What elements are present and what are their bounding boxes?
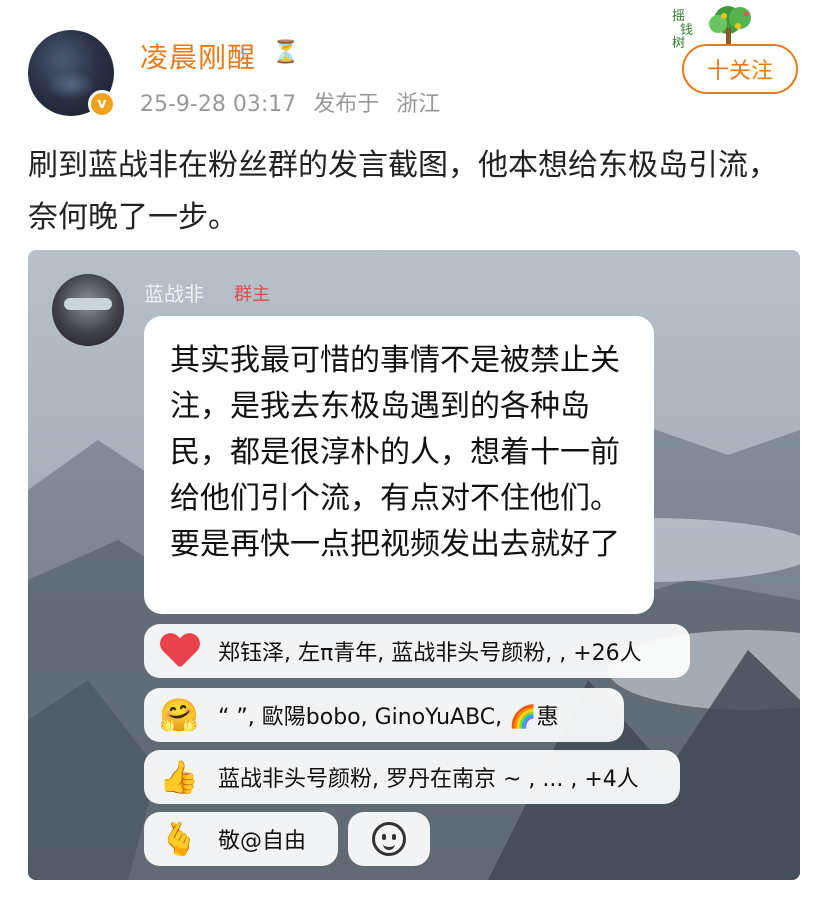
reaction-hug[interactable]: 🤗 “ ”, 歐陽bobo, GinoYuABC, 🌈惠 xyxy=(144,688,624,742)
post-meta: 25-9-28 03:17 发布于 浙江 xyxy=(140,86,450,118)
reaction-users: 蓝战非头号颜粉, 罗丹在南京 ~ , ... , +4人 xyxy=(218,767,639,792)
sender-avatar[interactable] xyxy=(52,274,124,346)
smiley-icon xyxy=(372,822,406,856)
post-timestamp: 25-9-28 03:17 xyxy=(140,92,297,117)
verified-badge-icon: v xyxy=(88,90,116,118)
reaction-users: 郑钰泽, 左π青年, 蓝战非头号颜粉, , +26人 xyxy=(218,641,642,666)
follow-button[interactable]: 十关注 xyxy=(682,44,798,94)
post-location: 浙江 xyxy=(396,92,441,117)
hugging-face-icon: 🤗 xyxy=(159,696,199,734)
reaction-thumbs-up[interactable]: 👍 蓝战非头号颜粉, 罗丹在南京 ~ , ... , +4人 xyxy=(144,750,680,804)
svg-text:树: 树 xyxy=(672,36,685,48)
reaction-users: “ ”, 歐陽bobo, GinoYuABC, 🌈惠 xyxy=(218,705,559,730)
thumbs-up-icon: 👍 xyxy=(159,758,199,796)
author-name[interactable]: 凌晨刚醒 xyxy=(140,36,256,76)
reaction-users: 敬@自由 xyxy=(218,829,307,854)
sender-name: 蓝战非 xyxy=(144,282,204,306)
hourglass-icon: ⏳ xyxy=(272,40,300,65)
post-body-text: 刷到蓝战非在粉丝群的发言截图，他本想给东极岛引流，奈何晚了一步。 xyxy=(28,148,778,235)
red-heart-icon xyxy=(158,630,200,672)
money-tree-icon[interactable]: 摇 钱 树 xyxy=(666,4,758,48)
add-reaction-button[interactable] xyxy=(348,812,430,866)
published-label: 发布于 xyxy=(313,92,380,117)
reaction-heart[interactable]: 郑钰泽, 左π青年, 蓝战非头号颜粉, , +26人 xyxy=(144,624,690,678)
svg-text:摇: 摇 xyxy=(672,9,685,24)
author-avatar-container[interactable]: v xyxy=(28,30,116,118)
finger-heart-icon: 🫰 xyxy=(159,820,199,858)
sender-role-tag: 群主 xyxy=(234,284,270,305)
message-bubble: 其实我最可惜的事情不是被禁止关注，是我去东极岛遇到的各种岛民，都是很淳朴的人，想… xyxy=(144,316,654,614)
chat-screenshot-image[interactable]: 蓝战非 群主 其实我最可惜的事情不是被禁止关注，是我去东极岛遇到的各种岛民，都是… xyxy=(28,250,800,880)
reaction-finger-heart[interactable]: 🫰 敬@自由 xyxy=(144,812,338,866)
